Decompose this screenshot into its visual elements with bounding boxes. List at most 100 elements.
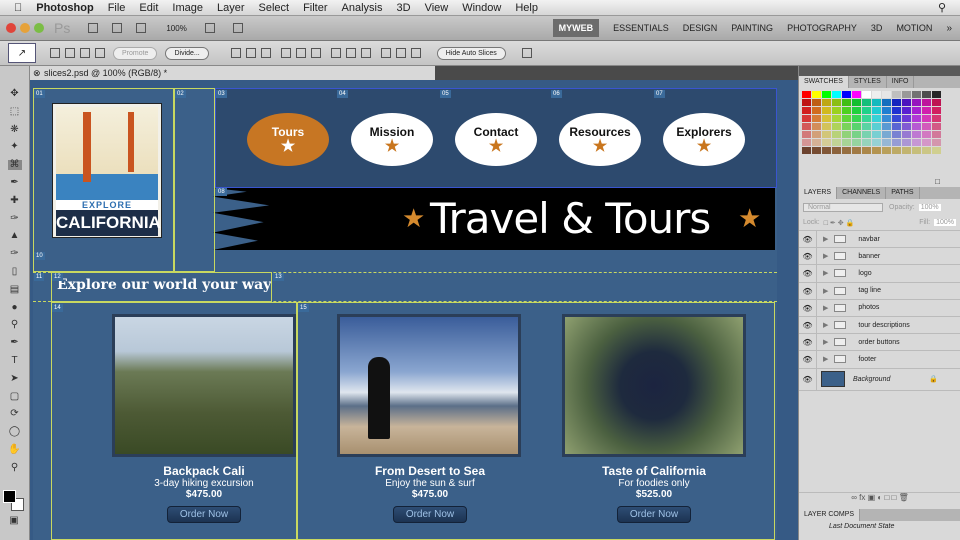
- swatch[interactable]: [802, 147, 811, 154]
- swatch[interactable]: [842, 99, 851, 106]
- visibility-eye-icon[interactable]: 👁: [799, 351, 817, 368]
- slice-label[interactable]: 12: [52, 273, 63, 281]
- swatch[interactable]: [882, 115, 891, 122]
- swatch[interactable]: [902, 139, 911, 146]
- eraser-tool-icon[interactable]: ▯: [8, 266, 22, 277]
- workspace-painting[interactable]: PAINTING: [731, 23, 773, 33]
- swatch[interactable]: [882, 107, 891, 114]
- layer-group[interactable]: 👁 ▶ tour descriptions: [799, 316, 960, 335]
- visibility-eye-icon[interactable]: 👁: [799, 368, 817, 390]
- workspace-motion[interactable]: MOTION: [896, 23, 932, 33]
- swatch[interactable]: [862, 147, 871, 154]
- swatch[interactable]: [822, 115, 831, 122]
- expand-arrow-icon[interactable]: ▶: [823, 304, 828, 312]
- swatch[interactable]: [932, 123, 941, 130]
- swatch[interactable]: [802, 131, 811, 138]
- menu-file[interactable]: File: [108, 2, 126, 14]
- swatch[interactable]: [822, 147, 831, 154]
- workspace-essentials[interactable]: ESSENTIALS: [613, 23, 669, 33]
- swatch[interactable]: [922, 147, 931, 154]
- swatch[interactable]: [842, 115, 851, 122]
- swatch[interactable]: [872, 91, 881, 98]
- workspace-myweb[interactable]: MYWEB: [552, 19, 600, 37]
- slice-label[interactable]: 03: [216, 90, 227, 98]
- swatch[interactable]: [922, 99, 931, 106]
- healing-tool-icon[interactable]: ✚: [8, 195, 22, 206]
- swatch[interactable]: [802, 107, 811, 114]
- foreground-color-swatch[interactable]: [3, 490, 16, 503]
- swatch[interactable]: [912, 131, 921, 138]
- 3d-rotate-tool-icon[interactable]: ⟳: [8, 409, 22, 419]
- slice-label[interactable]: 07: [654, 90, 665, 98]
- workspace-photography[interactable]: PHOTOGRAPHY: [787, 23, 857, 33]
- swatch[interactable]: [852, 139, 861, 146]
- visibility-eye-icon[interactable]: 👁: [799, 282, 817, 299]
- expand-arrow-icon[interactable]: ▶: [823, 252, 828, 260]
- swatch[interactable]: [892, 147, 901, 154]
- zoom-window-button[interactable]: [34, 23, 44, 33]
- swatch[interactable]: [882, 99, 891, 106]
- swatch[interactable]: [832, 99, 841, 106]
- swatch[interactable]: [842, 123, 851, 130]
- send-backward-icon[interactable]: [80, 48, 90, 58]
- tab-layer-comps[interactable]: LAYER COMPS: [799, 509, 861, 521]
- menu-select[interactable]: Select: [259, 2, 290, 14]
- tab-paths[interactable]: PATHS: [886, 187, 920, 199]
- slice-label[interactable]: 14: [52, 304, 63, 312]
- visibility-eye-icon[interactable]: 👁: [799, 265, 817, 282]
- swatch[interactable]: [812, 91, 821, 98]
- swatch[interactable]: [902, 115, 911, 122]
- swatch[interactable]: [892, 107, 901, 114]
- swatch[interactable]: [882, 147, 891, 154]
- visibility-eye-icon[interactable]: 👁: [799, 334, 817, 351]
- layer-group[interactable]: 👁 ▶ banner: [799, 248, 960, 266]
- swatch[interactable]: [922, 123, 931, 130]
- dodge-tool-icon[interactable]: ⚲: [8, 320, 22, 330]
- zoom-level-dropdown[interactable]: 100%: [166, 24, 186, 33]
- layer-background[interactable]: 👁 Background 🔒: [799, 368, 960, 391]
- send-to-back-icon[interactable]: [95, 48, 105, 58]
- slice-label[interactable]: 15: [298, 304, 309, 312]
- swatch[interactable]: [922, 115, 931, 122]
- swatch[interactable]: [842, 91, 851, 98]
- visibility-eye-icon[interactable]: 👁: [799, 299, 817, 316]
- swatch[interactable]: [842, 139, 851, 146]
- history-brush-tool-icon[interactable]: ✑: [8, 249, 22, 259]
- slice-label[interactable]: 11: [34, 273, 45, 281]
- mini-bridge-icon[interactable]: [112, 23, 123, 33]
- zoom-tool-icon[interactable]: ⚲: [8, 462, 22, 473]
- distribute-bottom-icon[interactable]: [360, 48, 371, 58]
- tab-layers[interactable]: LAYERS: [799, 187, 838, 199]
- slice-boundary[interactable]: [51, 272, 272, 302]
- swatch[interactable]: [872, 99, 881, 106]
- expand-arrow-icon[interactable]: ▶: [823, 269, 828, 277]
- swatch[interactable]: [872, 139, 881, 146]
- divide-button[interactable]: Divide...: [165, 46, 209, 60]
- menu-layer[interactable]: Layer: [217, 2, 245, 14]
- swatch[interactable]: [822, 107, 831, 114]
- swatch[interactable]: [932, 139, 941, 146]
- swatch[interactable]: [802, 139, 811, 146]
- swatch[interactable]: [852, 147, 861, 154]
- gradient-tool-icon[interactable]: ▤: [8, 284, 22, 295]
- swatch[interactable]: [862, 139, 871, 146]
- menu-help[interactable]: Help: [515, 2, 538, 14]
- swatch[interactable]: [882, 91, 891, 98]
- swatch[interactable]: [902, 99, 911, 106]
- slice-boundary[interactable]: [33, 88, 174, 272]
- slice-label[interactable]: 01: [34, 90, 45, 98]
- opacity-field[interactable]: 100%: [918, 203, 941, 211]
- visibility-eye-icon[interactable]: 👁: [799, 248, 817, 265]
- move-tool-icon[interactable]: ✥: [8, 89, 22, 99]
- hand-tool-icon[interactable]: ✋: [8, 444, 22, 455]
- swatch[interactable]: [922, 139, 931, 146]
- swatch[interactable]: [932, 115, 941, 122]
- quick-mask-icon[interactable]: ▣: [7, 516, 21, 526]
- document-tab[interactable]: ⊗ slices2.psd @ 100% (RGB/8) *: [30, 66, 435, 80]
- swatch[interactable]: [852, 99, 861, 106]
- arrange-documents-icon[interactable]: [204, 23, 215, 33]
- menu-edit[interactable]: Edit: [139, 2, 158, 14]
- swatch[interactable]: [842, 107, 851, 114]
- align-top-icon[interactable]: [230, 48, 241, 58]
- swatch[interactable]: [832, 107, 841, 114]
